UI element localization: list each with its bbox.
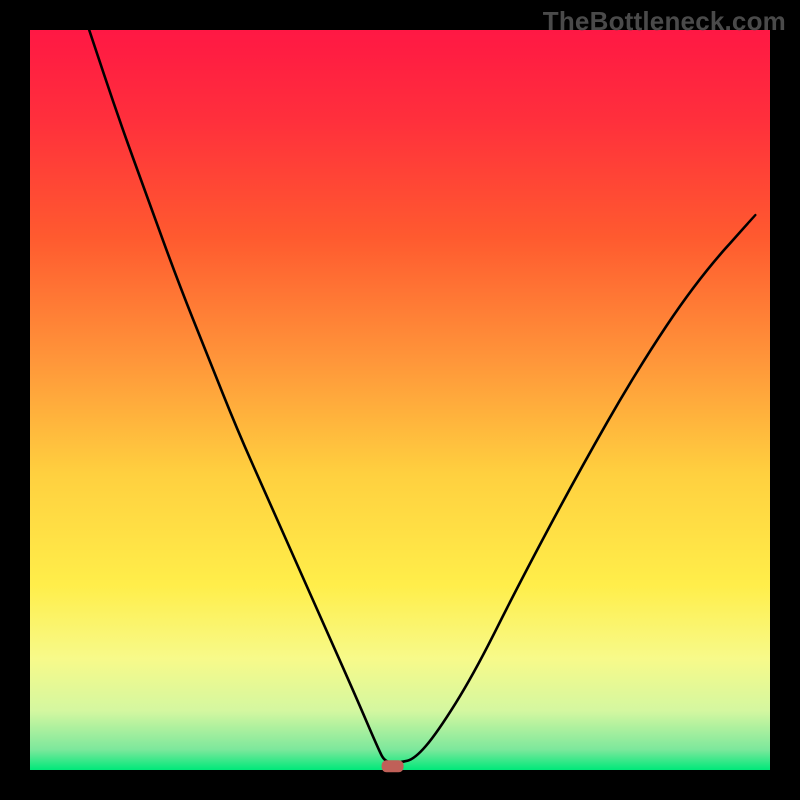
- optimal-marker: [382, 760, 404, 772]
- chart-container: TheBottleneck.com: [0, 0, 800, 800]
- watermark-text: TheBottleneck.com: [543, 6, 786, 37]
- bottleneck-chart: [0, 0, 800, 800]
- plot-background: [30, 30, 770, 770]
